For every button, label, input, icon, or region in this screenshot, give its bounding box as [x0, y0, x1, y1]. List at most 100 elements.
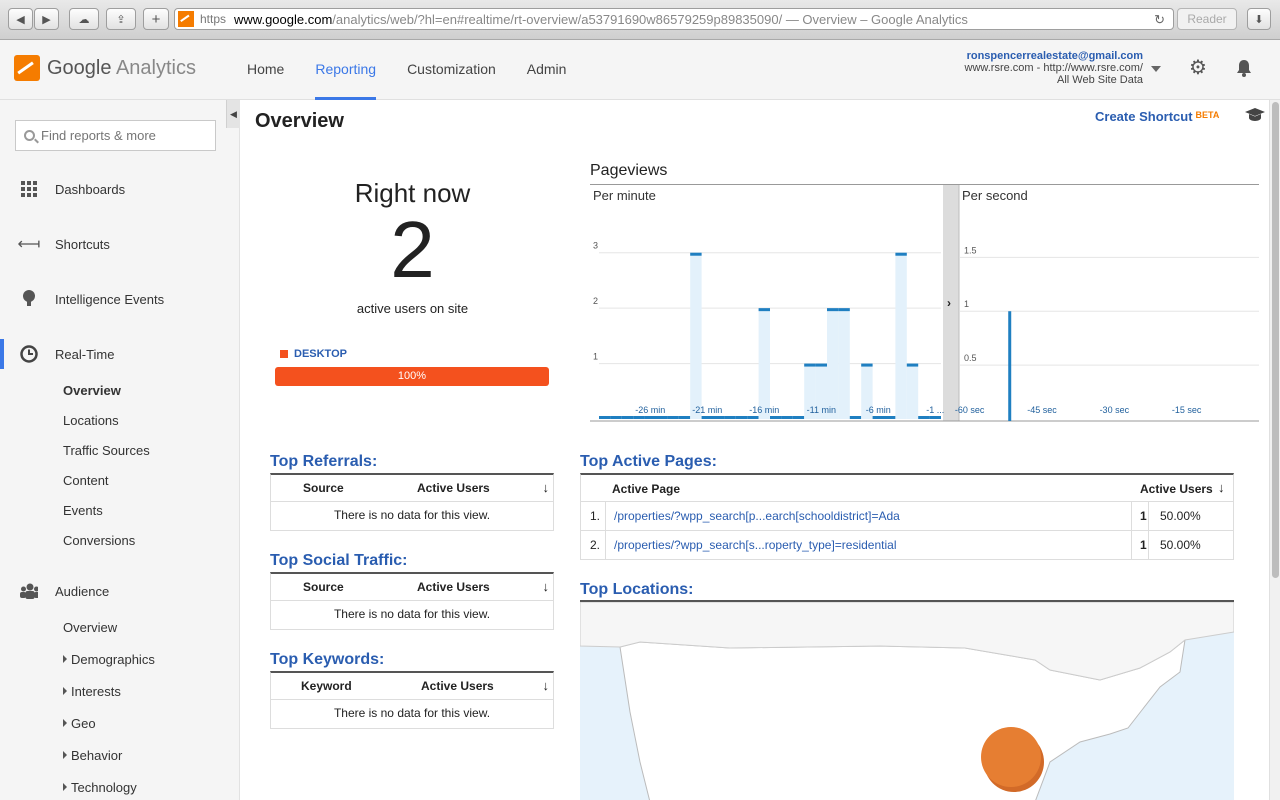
academy-cap-icon[interactable]	[1245, 106, 1265, 127]
dashboards-icon	[20, 180, 38, 198]
analytics-logo-icon	[14, 55, 40, 81]
chart-expand-chevron-icon[interactable]: ›	[947, 296, 951, 310]
sort-down-icon[interactable]: ↓	[543, 678, 550, 693]
reader-button[interactable]: Reader	[1177, 8, 1237, 30]
account-selector[interactable]: ronspencerrealestate@gmail.com www.rsre.…	[965, 50, 1143, 86]
col-active-page[interactable]: Active Page	[612, 482, 680, 496]
sidebar-sub-content[interactable]: Content	[63, 473, 109, 488]
icloud-button[interactable]: ☁	[69, 8, 99, 30]
minute-bar-cap	[690, 252, 702, 256]
sidebar-sub-audience-overview[interactable]: Overview	[63, 620, 117, 635]
create-shortcut-link[interactable]: Create Shortcut BETA	[1095, 109, 1219, 124]
sort-down-icon[interactable]: ↓	[1218, 480, 1225, 495]
main-content: Overview Create Shortcut BETA Right now 2…	[240, 100, 1269, 800]
top-social-title: Top Social Traffic:	[270, 552, 408, 569]
expand-triangle-icon	[63, 655, 67, 663]
search-input[interactable]	[41, 128, 211, 143]
sidebar-sub-conversions[interactable]: Conversions	[63, 533, 135, 548]
sidebar-sub-demographics[interactable]: Demographics	[63, 652, 155, 667]
pageviews-title: Pageviews	[590, 162, 668, 179]
sidebar-item-label: Shortcuts	[55, 236, 110, 252]
locations-map[interactable]	[580, 600, 1234, 800]
device-legend: DESKTOP	[280, 348, 347, 360]
col-active-users[interactable]: Active Users	[417, 580, 490, 594]
settings-gear-icon[interactable]: ⚙	[1189, 58, 1207, 78]
nav-admin[interactable]: Admin	[527, 40, 567, 100]
scrollbar-thumb[interactable]	[1272, 102, 1279, 578]
page-link[interactable]: /properties/?wpp_search[s...roperty_type…	[614, 538, 897, 552]
chart-divider	[943, 185, 959, 421]
account-property: www.rsre.com - http://www.rsre.com/	[964, 62, 1143, 74]
search-box[interactable]	[15, 120, 216, 151]
col-source[interactable]: Source	[303, 580, 344, 594]
sidebar-item-label: Intelligence Events	[55, 291, 165, 307]
row-percent: 50.00%	[1160, 509, 1201, 523]
page-title-text: — Overview – Google Analytics	[782, 11, 968, 27]
y-tick-label: 1	[964, 299, 969, 309]
row-percent: 50.00%	[1160, 538, 1201, 552]
sidebar-item-real-time[interactable]: Real-Time	[0, 339, 226, 369]
forward-button[interactable]: ▶	[34, 8, 59, 30]
sidebar-sub-events[interactable]: Events	[63, 503, 103, 518]
second-bar	[1008, 311, 1012, 421]
audience-icon	[20, 582, 38, 600]
downloads-button[interactable]: ⬇	[1247, 8, 1271, 30]
top-referrals-title: Top Referrals:	[270, 453, 378, 470]
minute-bar-zero	[701, 416, 713, 419]
sidebar-sub-technology[interactable]: Technology	[63, 780, 137, 795]
page-link[interactable]: /properties/?wpp_search[p...earch[school…	[614, 509, 900, 523]
nav-customization[interactable]: Customization	[407, 40, 496, 100]
col-source[interactable]: Source	[303, 481, 344, 495]
page-scrollbar[interactable]	[1269, 100, 1280, 800]
sidebar-sub-interests[interactable]: Interests	[63, 684, 121, 699]
per-second-label: Per second	[962, 188, 1028, 203]
sidebar-item-shortcuts[interactable]: ⟻ Shortcuts	[0, 229, 226, 259]
sidebar-sub-behavior[interactable]: Behavior	[63, 748, 122, 763]
reload-icon[interactable]: ↻	[1154, 12, 1165, 28]
back-button[interactable]: ◀	[8, 8, 33, 30]
sidebar-item-audience[interactable]: Audience	[0, 576, 226, 606]
col-keyword[interactable]: Keyword	[301, 679, 352, 693]
new-tab-button[interactable]: +	[143, 8, 169, 30]
address-bar[interactable]: https www.google.com/analytics/web/?hl=e…	[174, 8, 1174, 30]
per-second-plot: 0.5 1 1.5 -60 sec -45 sec -30 sec -15 sec	[955, 245, 1259, 421]
table-header: Keyword Active Users ↓	[271, 673, 553, 700]
device-progress-bar: 100%	[275, 367, 549, 386]
sidebar-sub-locations[interactable]: Locations	[63, 413, 119, 428]
nav-reporting[interactable]: Reporting	[315, 40, 377, 100]
top-keywords-title: Top Keywords:	[270, 651, 385, 668]
col-active-users[interactable]: Active Users	[421, 679, 494, 693]
account-dropdown-icon[interactable]	[1151, 66, 1161, 72]
column-divider	[1131, 531, 1132, 559]
top-keywords-table: Keyword Active Users ↓ There is no data …	[270, 671, 554, 729]
sort-down-icon[interactable]: ↓	[543, 579, 550, 594]
table-row: 1. /properties/?wpp_search[p...earch[sch…	[581, 502, 1233, 531]
sidebar-item-intelligence-events[interactable]: Intelligence Events	[0, 284, 226, 314]
sidebar-collapse-icon[interactable]: ◀	[226, 100, 240, 128]
sidebar-sub-label: Interests	[71, 684, 121, 699]
minute-bar-zero	[918, 416, 930, 419]
expand-triangle-icon	[63, 783, 67, 791]
x-tick-label: -60 sec	[955, 405, 985, 415]
col-active-users[interactable]: Active Users	[417, 481, 490, 495]
top-active-pages-title: Top Active Pages:	[580, 453, 717, 470]
sidebar-sub-overview[interactable]: Overview	[63, 383, 121, 398]
page-title: Overview	[255, 110, 344, 132]
col-active-users[interactable]: Active Users	[1140, 482, 1213, 496]
google-analytics-logo[interactable]: Google Analytics	[14, 55, 196, 81]
clock-icon	[20, 345, 38, 363]
column-divider	[605, 502, 606, 530]
minute-bar-zero	[724, 416, 736, 419]
sidebar-item-dashboards[interactable]: Dashboards	[0, 174, 226, 204]
sort-down-icon[interactable]: ↓	[543, 480, 550, 495]
account-email: ronspencerrealestate@gmail.com	[966, 50, 1143, 62]
account-view: All Web Site Data	[1056, 74, 1143, 86]
notifications-bell-icon[interactable]	[1234, 58, 1254, 82]
sidebar-sub-geo[interactable]: Geo	[63, 716, 96, 731]
location-bubble[interactable]	[981, 727, 1041, 787]
x-tick-label: -1 ...	[926, 405, 944, 415]
sidebar-sub-traffic-sources[interactable]: Traffic Sources	[63, 443, 150, 458]
plus-icon: +	[151, 10, 161, 28]
nav-home[interactable]: Home	[247, 40, 284, 100]
share-button[interactable]: ⇪	[106, 8, 136, 30]
